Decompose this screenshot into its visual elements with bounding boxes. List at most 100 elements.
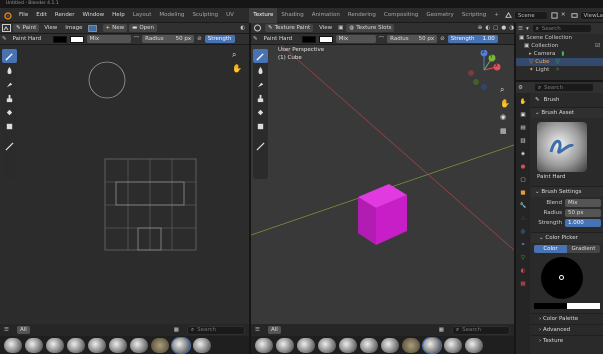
tool-smear[interactable] [253,77,268,91]
panel-brush-asset[interactable]: ⌄ Brush Asset [531,107,603,118]
pressure-radius-icon[interactable]: ⊘ [197,36,202,42]
zoom-icon[interactable]: ⌕ [232,50,236,60]
tab-particles[interactable]: ∴ [517,213,529,225]
scene-selector[interactable]: Scene [505,10,548,20]
brush-thumb[interactable] [25,337,43,353]
brush-thumb[interactable] [67,337,85,353]
blender-logo-icon[interactable] [0,11,15,20]
brush-thumb[interactable] [88,337,106,353]
shelf-search[interactable]: ⌕ Search [452,325,510,335]
falloff-icon[interactable]: ⌒ [379,35,385,43]
camera-view-icon[interactable]: ◉ [500,113,506,121]
brush-thumb[interactable] [130,337,148,353]
brush-thumb[interactable] [109,337,127,353]
outliner-item-cube[interactable]: ▽ Cube ▽ [516,58,603,66]
add-workspace-button[interactable]: + [490,8,503,23]
tool-draw[interactable] [253,49,268,63]
color-wheel[interactable] [541,257,583,299]
blend-dropdown[interactable]: Mix [86,35,131,43]
tool-smear[interactable] [2,77,17,91]
tab-constraints[interactable]: ⚭ [517,239,529,251]
tab-scripting[interactable]: Scripting [458,8,490,23]
blend-dropdown[interactable]: Mix [565,198,601,207]
tab-output[interactable]: ▤ [517,122,529,134]
tab-texture[interactable]: ▦ [517,278,529,290]
tab-shading[interactable]: Shading [277,8,307,23]
tab-object[interactable]: ■ [517,187,529,199]
panel-color-palette[interactable]: › Color Palette [531,313,603,324]
mask-toggle-icon[interactable]: ▣ [338,25,343,31]
tab-modifiers[interactable]: 🔧 [517,200,529,212]
primary-color-swatch[interactable] [301,35,316,43]
brush-thumb[interactable] [422,336,442,354]
editor-type-icon[interactable] [2,24,11,32]
brush-name[interactable]: Paint Hard [261,36,299,42]
brush-thumb[interactable] [465,337,483,353]
brush-thumb[interactable] [444,337,462,353]
brush-name[interactable]: Paint Hard [10,36,50,42]
tab-animation[interactable]: Animation [308,8,344,23]
menu-edit[interactable]: Edit [32,8,51,23]
shading-solid-icon[interactable]: ● [501,25,506,31]
tab-data[interactable]: ▽ [517,252,529,264]
brush-thumb[interactable] [381,337,399,353]
tool-draw[interactable] [2,49,17,63]
zoom-icon[interactable]: ⌕ [500,85,504,95]
primary-color-swatch[interactable] [52,35,67,43]
outliner-item-camera[interactable]: ▸ Camera ▮ [516,50,603,58]
panel-brush-settings[interactable]: ⌄ Brush Settings [531,186,603,197]
image-canvas[interactable] [0,45,249,341]
menu-help[interactable]: Help [108,8,129,23]
properties-editor-icon[interactable]: ⚙ [518,85,523,91]
pan-hand-icon[interactable]: ✋ [232,64,242,73]
color-wheel-cursor[interactable] [559,275,564,280]
tab-modeling[interactable]: Modeling [155,8,188,23]
tab-texture-paint[interactable]: Texture Paint [249,7,278,33]
menu-file[interactable]: File [15,8,32,23]
overlays-icon[interactable]: ◐ [485,25,490,31]
brush-thumb[interactable] [339,337,357,353]
tab-rendering[interactable]: Rendering [344,8,380,23]
filter-icon[interactable]: ▾ [526,26,529,32]
open-image-button[interactable]: ▬ Open [129,24,158,32]
brush-asset-preview[interactable] [537,122,587,172]
editor-type-icon[interactable] [253,24,262,32]
brush-thumb[interactable] [276,337,294,353]
tool-soften[interactable] [2,63,17,77]
tool-soften[interactable] [253,63,268,77]
delete-scene-icon[interactable]: ✕ [561,12,566,18]
shelf-filter-all[interactable]: All [267,326,281,334]
strength-field[interactable]: Strength 1.00 [447,35,498,43]
tab-collection[interactable]: ▢ [517,174,529,186]
scene-name[interactable]: Scene [513,10,548,20]
panel-texture[interactable]: › Texture [531,335,603,346]
shelf-filter-all[interactable]: All [16,326,30,334]
menu-view[interactable]: View [316,25,335,31]
tab-uv-editing[interactable]: UV Editing [222,8,249,33]
tab-layout[interactable]: Layout [129,8,156,23]
tab-material[interactable]: ◐ [517,265,529,277]
panel-advanced[interactable]: › Advanced [531,324,603,335]
brush-thumb[interactable] [318,337,336,353]
tab-compositing[interactable]: Compositing [380,8,422,23]
menu-image[interactable]: Image [62,25,85,31]
pan-hand-icon[interactable]: ✋ [500,99,510,108]
properties-search[interactable]: ⌕ Search [533,83,594,92]
view-layer-name[interactable]: ViewLayer [579,10,603,20]
radius-field[interactable]: Radius 50 px [387,35,438,43]
paint-mode-dropdown[interactable]: ✎ Paint [13,24,40,32]
overlays-icon[interactable]: ◐ [240,25,245,31]
xray-icon[interactable]: ▢ [493,25,498,31]
brush-thumb[interactable] [297,337,315,353]
tab-gradient[interactable]: Gradient [567,245,600,253]
outliner-search[interactable]: ⌕ Search [531,24,592,33]
shelf-size-icon[interactable]: ▦ [174,327,179,333]
perspective-toggle-icon[interactable]: ▦ [500,127,507,135]
shelf-size-icon[interactable]: ▦ [439,327,444,333]
shelf-menu-icon[interactable]: ☰ [4,327,9,333]
tab-tool[interactable]: ✋ [517,96,529,108]
mode-dropdown[interactable]: ✎ Texture Paint [265,24,314,32]
radius-field[interactable]: 50 px [565,209,601,217]
image-browse-icon[interactable] [87,24,97,32]
tool-annotate[interactable] [253,139,268,153]
